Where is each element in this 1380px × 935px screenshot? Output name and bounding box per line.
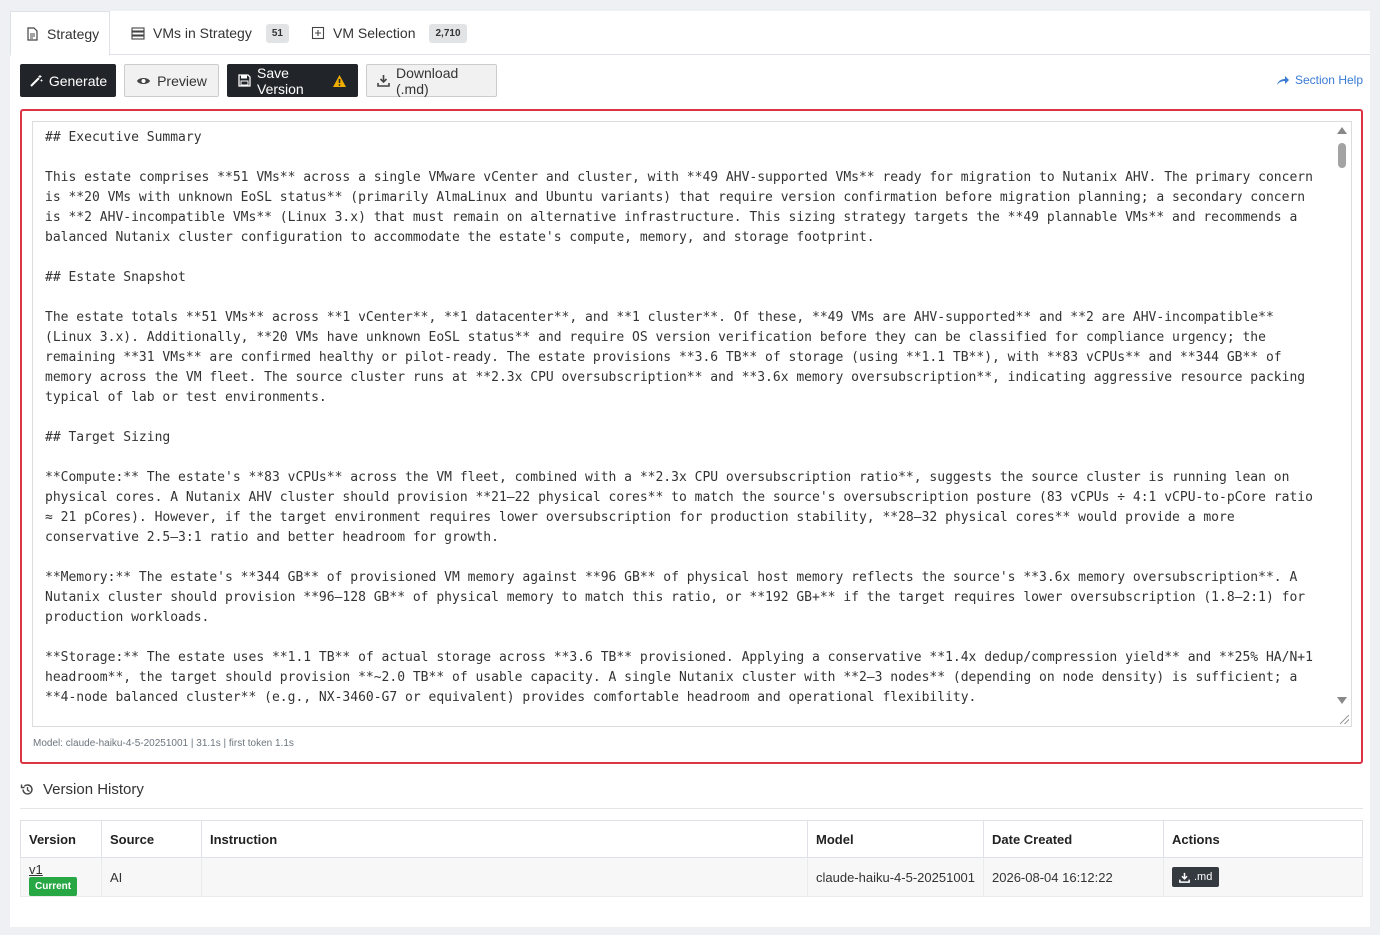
generate-button[interactable]: Generate: [20, 64, 116, 97]
eye-icon: [136, 75, 151, 87]
column-header: Version: [20, 820, 102, 858]
history-icon: [20, 782, 35, 797]
version-history-heading: Version History: [20, 781, 144, 798]
save-label: Save Version: [257, 64, 304, 97]
tab-label: VM Selection: [333, 25, 416, 41]
generate-label: Generate: [48, 72, 108, 89]
column-header: Model: [807, 820, 984, 858]
table-header-row: Version Source Instruction Model Date Cr…: [20, 820, 1363, 858]
warning-icon: [332, 74, 347, 88]
preview-button[interactable]: Preview: [124, 64, 219, 97]
version-link[interactable]: v1: [29, 862, 43, 877]
share-arrow-icon: [1276, 75, 1289, 86]
scroll-thumb[interactable]: [1338, 143, 1346, 168]
column-header: Date Created: [983, 820, 1164, 858]
tab-label: Strategy: [47, 25, 100, 42]
divider: [20, 808, 1363, 809]
column-header: Instruction: [201, 820, 808, 858]
markdown-editor-text[interactable]: ## Executive Summary This estate compris…: [45, 128, 1325, 708]
tab-vm-selection[interactable]: VM Selection 2,710: [297, 11, 481, 55]
table-row: v1 Current AI claude-haiku-4-5-20251001 …: [20, 857, 1363, 897]
editor-frame: ## Executive Summary This estate compris…: [20, 109, 1363, 764]
magic-wand-icon: [29, 74, 43, 88]
source-cell: AI: [101, 857, 202, 897]
download-icon: [377, 74, 390, 87]
scroll-up-arrow-icon[interactable]: [1337, 127, 1347, 134]
download-md-button[interactable]: Download (.md): [366, 64, 497, 97]
section-help-label: Section Help: [1294, 73, 1363, 87]
download-label: Download (.md): [396, 64, 459, 97]
actions-cell: .md: [1163, 857, 1363, 897]
resize-grip-icon[interactable]: [1340, 715, 1349, 724]
save-version-button[interactable]: Save Version: [227, 64, 358, 97]
preview-label: Preview: [157, 72, 207, 89]
download-icon: [1179, 872, 1190, 883]
column-header: Source: [101, 820, 202, 858]
download-version-label: .md: [1194, 871, 1213, 883]
date-created-cell: 2026-08-04 16:12:22: [983, 857, 1164, 897]
vm-count-badge: 51: [265, 23, 289, 43]
selection-count-badge: 2,710: [429, 23, 467, 43]
tab-vms-in-strategy[interactable]: VMs in Strategy 51: [117, 11, 303, 55]
tab-strategy[interactable]: Strategy: [10, 11, 110, 56]
markdown-editor[interactable]: ## Executive Summary This estate compris…: [32, 121, 1352, 727]
tab-bar: Strategy VMs in Strategy 51 VM Selection…: [10, 11, 1370, 56]
save-icon: [238, 74, 251, 87]
generation-stats: Model: claude-haiku-4-5-20251001 | 31.1s…: [33, 738, 294, 749]
editor-scrollbar[interactable]: [1336, 125, 1348, 705]
scroll-down-arrow-icon[interactable]: [1337, 697, 1347, 704]
download-version-md-button[interactable]: .md: [1172, 867, 1220, 887]
model-cell: claude-haiku-4-5-20251001: [807, 857, 984, 897]
tab-label: VMs in Strategy: [153, 25, 252, 41]
instruction-cell: [201, 857, 808, 897]
server-icon: [131, 26, 145, 40]
column-header: Actions: [1163, 820, 1363, 858]
current-badge: Current: [29, 877, 78, 896]
plus-square-icon: [311, 26, 325, 40]
version-cell: v1 Current: [20, 857, 102, 897]
document-icon: [25, 26, 39, 41]
section-help-link[interactable]: Section Help: [1276, 73, 1363, 87]
strategy-panel: Strategy VMs in Strategy 51 VM Selection…: [10, 11, 1370, 927]
version-history-title: Version History: [43, 781, 144, 798]
version-table: Version Source Instruction Model Date Cr…: [20, 820, 1363, 897]
